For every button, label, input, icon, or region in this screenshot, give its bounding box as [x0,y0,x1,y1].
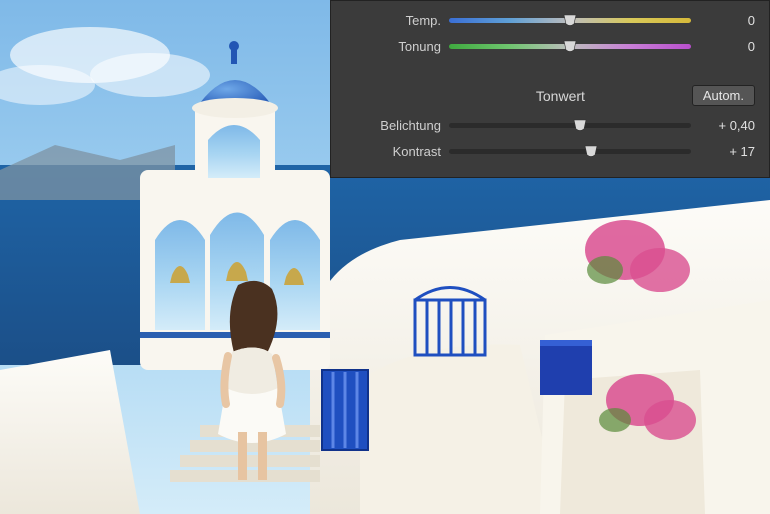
temperature-slider[interactable] [449,10,691,30]
tint-slider[interactable] [449,36,691,56]
contrast-thumb[interactable] [584,145,598,157]
tint-thumb[interactable] [563,40,577,52]
temperature-row: Temp. 0 [331,7,769,33]
temperature-label: Temp. [339,13,449,28]
develop-panel: Temp. 0 Tonung 0 Tonwert Autom. Belichtu… [330,0,770,178]
contrast-track [449,149,691,154]
exposure-thumb[interactable] [573,119,587,131]
contrast-value[interactable]: + 17 [691,144,755,159]
temperature-thumb[interactable] [563,14,577,26]
contrast-label: Kontrast [339,144,449,159]
exposure-row: Belichtung + 0,40 [331,112,769,138]
exposure-track [449,123,691,128]
temperature-value[interactable]: 0 [691,13,755,28]
contrast-slider[interactable] [449,141,691,161]
auto-tone-button[interactable]: Autom. [692,85,755,106]
tint-value[interactable]: 0 [691,39,755,54]
exposure-slider[interactable] [449,115,691,135]
tone-section-title: Tonwert [429,88,692,104]
exposure-label: Belichtung [339,118,449,133]
contrast-row: Kontrast + 17 [331,138,769,164]
exposure-value[interactable]: + 0,40 [691,118,755,133]
tint-row: Tonung 0 [331,33,769,59]
tone-section-header: Tonwert Autom. [331,75,769,112]
tint-label: Tonung [339,39,449,54]
